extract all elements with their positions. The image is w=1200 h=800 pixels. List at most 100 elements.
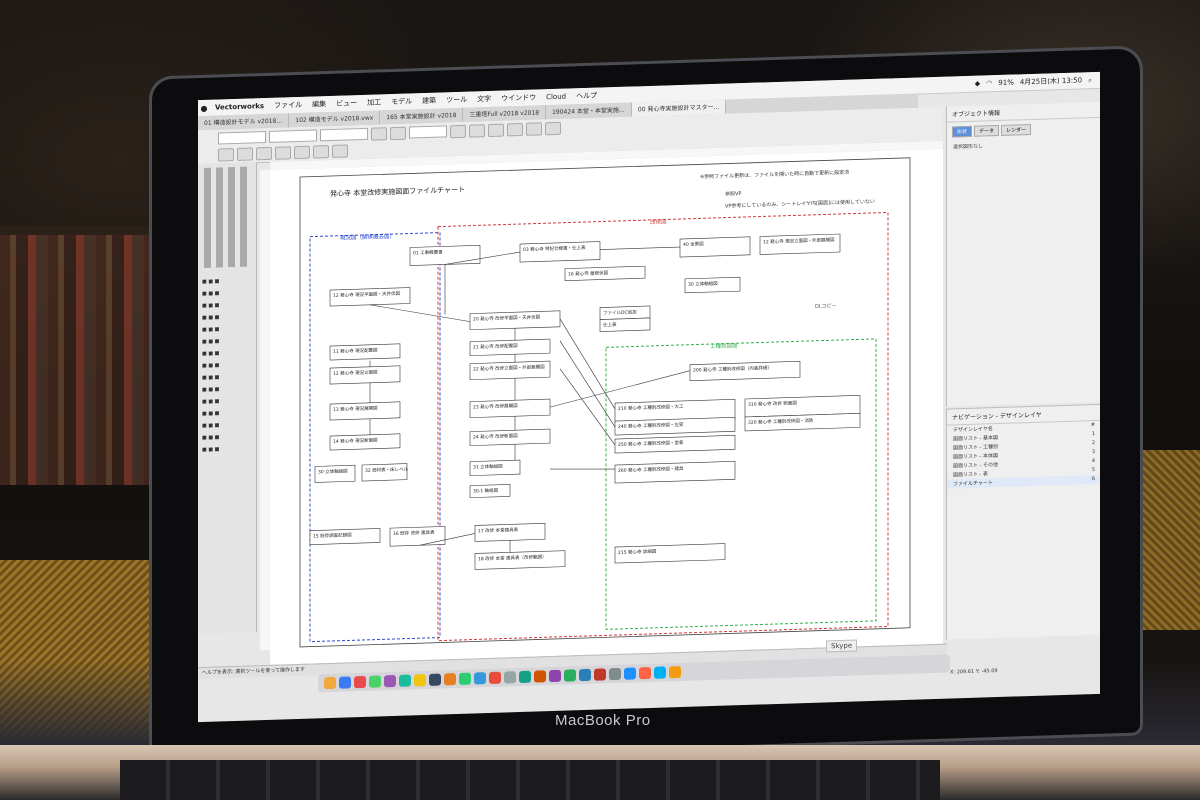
class-selector[interactable] [218,131,266,145]
dock-app-icon[interactable] [669,665,681,679]
tool-set-list: ■ ■ ■ ■ ■ ■ ■ ■ ■ ■ ■ ■ ■ ■ ■ ■ ■ ■ ■ ■ … [202,274,254,456]
navigation-palette: ナビゲーション - デザインレイヤ デザインレイヤ名 # 図面リスト - 基本図… [946,403,1100,640]
dock-app-icon[interactable] [384,674,396,688]
snap-button[interactable] [507,122,523,136]
tab-render[interactable]: レンダー [1001,123,1032,136]
render-button[interactable] [390,126,406,140]
dock-app-icon[interactable] [654,666,666,679]
dock-app-icon[interactable] [504,671,516,684]
menu-help[interactable]: ヘルプ [571,90,602,101]
menu-model[interactable]: モデル [386,96,417,107]
chart-link [549,468,616,470]
dock-app-icon[interactable] [579,668,591,682]
dock-app-icon[interactable] [459,672,471,685]
navigation-col-num: # [1090,421,1095,429]
chart-link [369,304,471,322]
zoom-field[interactable] [409,125,447,139]
dock-app-icon[interactable] [399,674,411,687]
legend-line: ※参照ファイル更新は、ファイルを開いた時に自動で更新に設定済 [700,169,849,181]
basic-tools-grid[interactable] [202,166,252,269]
mode-button[interactable] [294,145,310,159]
dock-app-icon[interactable] [354,675,366,689]
mode-button[interactable] [332,143,348,158]
layer-selector[interactable] [269,129,317,143]
layer-num: 4 [1091,457,1095,465]
chart-link [559,368,616,446]
snap-button[interactable] [469,123,485,138]
dock-app-icon[interactable] [624,667,636,680]
layer-num: 6 [1091,475,1095,483]
keyboard [120,760,940,800]
dock-app-icon[interactable] [369,675,381,688]
menu-text[interactable]: 文字 [472,94,496,105]
laptop-screen: ● Vectorworks ファイル 編集 ビュー 加工 モデル 建築 ツール … [198,71,1100,723]
toolbar-row-2 [218,143,348,162]
dock-app-icon[interactable] [564,669,576,682]
dock-app-icon[interactable] [474,672,486,685]
legend-line: 参照VP [725,190,741,198]
tool-set-item[interactable]: ■ ■ ■ [202,442,254,456]
tab-shape[interactable]: 形状 [952,125,973,138]
layer-name: 図面リスト - その他 [953,462,998,470]
mode-button[interactable] [237,146,253,161]
tool-palette: ■ ■ ■ ■ ■ ■ ■ ■ ■ ■ ■ ■ ■ ■ ■ ■ ■ ■ ■ ■ … [198,162,257,635]
dock-app-icon[interactable] [414,674,426,687]
layer-name: 図面リスト - 基本図 [953,435,998,443]
snap-button[interactable] [545,121,561,135]
dock-app-icon[interactable] [549,669,561,683]
menu-modify[interactable]: 加工 [362,97,386,108]
menu-app-name[interactable]: Vectorworks [210,102,269,112]
menu-view[interactable]: ビュー [331,98,362,109]
drawing-canvas[interactable]: 発心寺 本堂改修実施図面ファイルチャート ※参照ファイル更新は、ファイルを開いた… [270,148,943,665]
legend-line: VP参考にしているのみ、シートレイヤ内[図面]には使用していない [725,198,875,210]
dock-app-icon[interactable] [324,676,336,690]
snap-button[interactable] [526,121,542,136]
dock-app-icon[interactable] [639,666,651,680]
dock-app-icon[interactable] [429,673,441,686]
mode-button[interactable] [256,146,272,160]
view-button[interactable] [450,124,466,138]
dropbox-icon[interactable]: ◆ [975,80,980,88]
dock-app-icon[interactable] [489,671,501,685]
object-info-empty: 選択図形なし [953,143,984,151]
chart-title: 発心寺 本堂改修実施図面ファイルチャート [330,185,465,198]
dock-app-icon[interactable] [609,667,621,681]
snap-button[interactable] [488,123,504,137]
menu-edit[interactable]: 編集 [307,99,331,110]
skype-tooltip: Skype [826,639,858,653]
layer-num: 1 [1091,430,1095,438]
menu-cloud[interactable]: Cloud [541,92,571,102]
dock-app-icon[interactable] [519,670,531,684]
menubar-clock[interactable]: 4月25日(木) 13:50 [1020,75,1082,87]
navigation-col-name: デザインレイヤ名 [953,426,993,434]
menu-file[interactable]: ファイル [269,100,307,111]
view-selector[interactable] [320,127,368,142]
group-trades-label: 工種別図面 [710,341,738,350]
mode-button[interactable] [313,144,329,159]
chart-link [559,340,616,428]
dock-app-icon[interactable] [534,670,546,683]
tab-data[interactable]: データ [974,124,1000,137]
object-info-title: オブジェクト情報 [947,101,1100,123]
group-trades [605,338,877,630]
wifi-icon[interactable]: ◠ [986,79,992,87]
menu-window[interactable]: ウインドウ [496,92,541,103]
dock-app-icon[interactable] [444,673,456,686]
dock-app-icon[interactable] [594,668,606,681]
layer-name: 図面リスト - 本体図 [953,453,998,461]
mode-button[interactable] [275,145,291,160]
mode-button[interactable] [218,147,234,162]
menu-architect[interactable]: 建築 [417,96,441,107]
layer-name: 図面リスト - 表 [953,471,988,479]
dl-copy-note: DLコピー [815,303,837,310]
search-icon[interactable]: ⌕ [1088,76,1092,85]
dock-app-icon[interactable] [339,676,351,689]
apple-icon[interactable]: ● [198,103,210,112]
chart-boxes: 01 工事概要書03 発心寺 特記仕様書・仕上表12 発心寺 現況平面図・天井伏… [309,233,861,570]
coordinate-readout: X: 209.61 Y: -45.09 [950,668,998,676]
layer-name: 図面リスト - 工種別 [953,444,998,452]
zoom-button[interactable] [371,126,387,141]
battery-level[interactable]: 91% [998,79,1014,87]
menu-tools[interactable]: ツール [441,95,472,106]
file-chart-drawing: 発心寺 本堂改修実施図面ファイルチャート ※参照ファイル更新は、ファイルを開いた… [299,157,911,648]
